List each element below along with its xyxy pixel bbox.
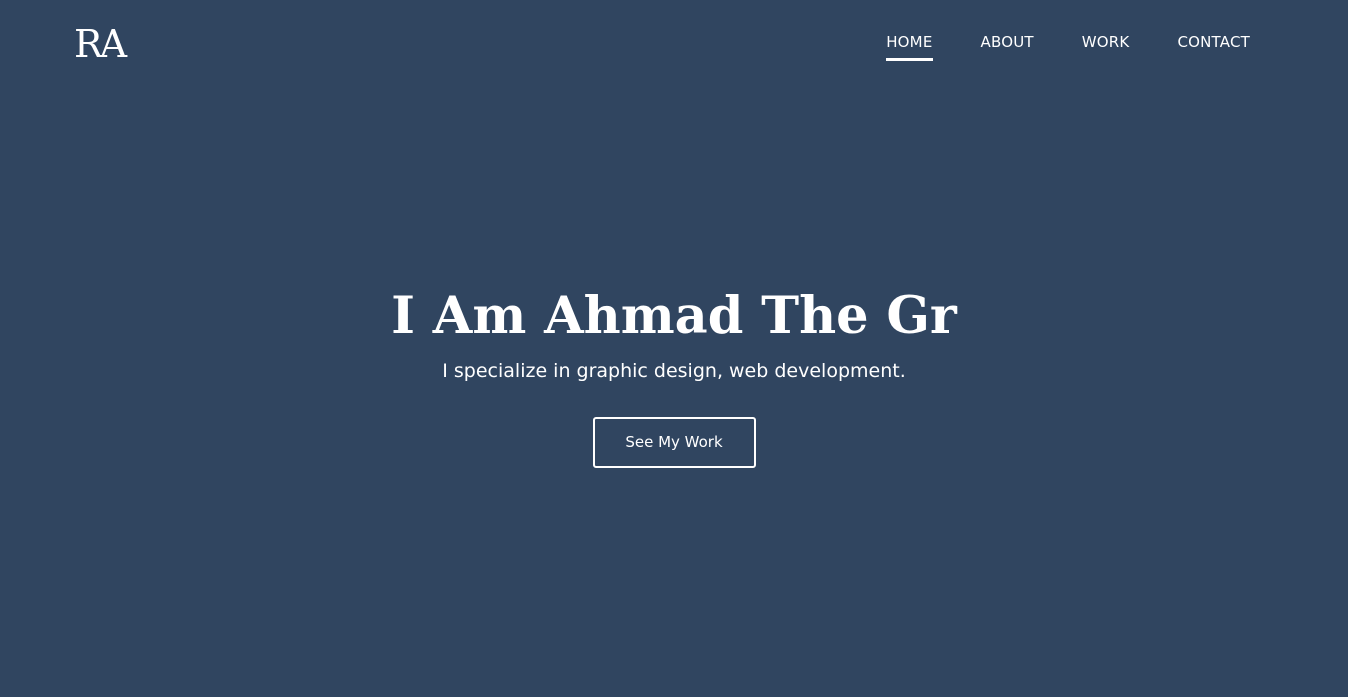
nav-item-work: WORK <box>1082 33 1130 61</box>
hero-section: I Am Ahmad The Gr I specialize in graphi… <box>0 284 1348 468</box>
nav-link-work[interactable]: WORK <box>1082 33 1130 61</box>
logo[interactable]: RA <box>74 24 127 64</box>
main-nav: HOME ABOUT WORK CONTACT <box>886 33 1250 61</box>
nav-item-home: HOME <box>886 33 933 61</box>
nav-item-contact: CONTACT <box>1177 33 1250 61</box>
nav-link-about[interactable]: ABOUT <box>981 33 1034 61</box>
nav-item-about: ABOUT <box>981 33 1034 61</box>
nav-link-contact[interactable]: CONTACT <box>1177 33 1250 61</box>
landing-page: RA HOME ABOUT WORK CONTACT I Am Ahmad Th… <box>0 0 1348 697</box>
hero-title: I Am Ahmad The Gr <box>391 286 957 346</box>
nav-link-home[interactable]: HOME <box>886 33 933 61</box>
see-my-work-button[interactable]: See My Work <box>592 417 756 468</box>
hero-subtitle: I specialize in graphic design, web deve… <box>442 360 906 382</box>
